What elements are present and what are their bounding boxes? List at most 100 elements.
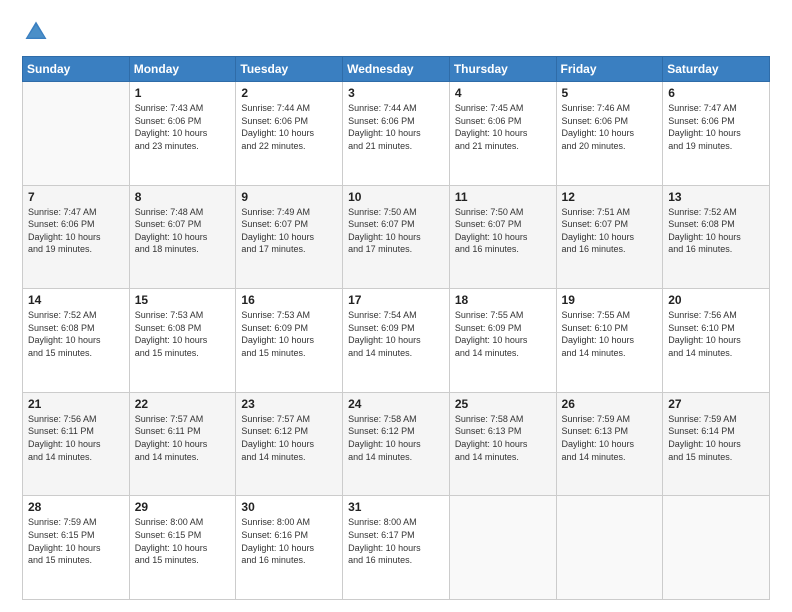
col-header-friday: Friday — [556, 57, 663, 82]
calendar-day-cell: 2 Sunrise: 7:44 AM Sunset: 6:06 PM Daylig… — [236, 82, 343, 186]
calendar-day-cell: 8 Sunrise: 7:48 AM Sunset: 6:07 PM Daylig… — [129, 185, 236, 289]
day-info: Sunrise: 7:55 AM Sunset: 6:10 PM Dayligh… — [562, 309, 658, 359]
calendar-day-cell: 22Sunrise: 7:57 AM Sunset: 6:11 PM Dayli… — [129, 392, 236, 496]
day-number: 8 — [135, 190, 231, 204]
calendar-week-row: 28 Sunrise: 7:59 AM Sunset: 6:15 PM Dayli… — [23, 496, 770, 600]
day-info: Sunrise: 7:44 AM Sunset: 6:06 PM Dayligh… — [348, 102, 444, 152]
day-number: 28 — [28, 500, 124, 514]
day-number: 21 — [28, 397, 124, 411]
calendar-header-row: SundayMondayTuesdayWednesdayThursdayFrid… — [23, 57, 770, 82]
day-number: 1 — [135, 86, 231, 100]
day-number: 7 — [28, 190, 124, 204]
calendar-day-cell — [663, 496, 770, 600]
day-number: 29 — [135, 500, 231, 514]
day-number: 11 — [455, 190, 551, 204]
calendar-day-cell — [23, 82, 130, 186]
day-info: Sunrise: 7:53 AM Sunset: 6:08 PM Dayligh… — [135, 309, 231, 359]
day-number: 31 — [348, 500, 444, 514]
day-info: Sunrise: 7:54 AM Sunset: 6:09 PM Dayligh… — [348, 309, 444, 359]
calendar-week-row: 1 Sunrise: 7:43 AM Sunset: 6:06 PM Daylig… — [23, 82, 770, 186]
calendar-day-cell: 14 Sunrise: 7:52 AM Sunset: 6:08 PM Dayli… — [23, 289, 130, 393]
day-info: Sunrise: 7:57 AM Sunset: 6:11 PM Dayligh… — [135, 413, 231, 463]
day-info: Sunrise: 7:49 AM Sunset: 6:07 PM Dayligh… — [241, 206, 337, 256]
calendar-day-cell: 28 Sunrise: 7:59 AM Sunset: 6:15 PM Dayli… — [23, 496, 130, 600]
day-number: 13 — [668, 190, 764, 204]
day-info: Sunrise: 7:48 AM Sunset: 6:07 PM Dayligh… — [135, 206, 231, 256]
logo — [22, 18, 54, 46]
day-info: Sunrise: 7:51 AM Sunset: 6:07 PM Dayligh… — [562, 206, 658, 256]
calendar-week-row: 7 Sunrise: 7:47 AM Sunset: 6:06 PM Daylig… — [23, 185, 770, 289]
day-info: Sunrise: 8:00 AM Sunset: 6:16 PM Dayligh… — [241, 516, 337, 566]
calendar-table: SundayMondayTuesdayWednesdayThursdayFrid… — [22, 56, 770, 600]
calendar-day-cell: 17 Sunrise: 7:54 AM Sunset: 6:09 PM Dayli… — [343, 289, 450, 393]
day-number: 23 — [241, 397, 337, 411]
col-header-wednesday: Wednesday — [343, 57, 450, 82]
col-header-saturday: Saturday — [663, 57, 770, 82]
col-header-tuesday: Tuesday — [236, 57, 343, 82]
calendar-day-cell: 11 Sunrise: 7:50 AM Sunset: 6:07 PM Dayli… — [449, 185, 556, 289]
day-number: 2 — [241, 86, 337, 100]
calendar-day-cell — [449, 496, 556, 600]
day-info: Sunrise: 8:00 AM Sunset: 6:15 PM Dayligh… — [135, 516, 231, 566]
calendar-day-cell: 4 Sunrise: 7:45 AM Sunset: 6:06 PM Daylig… — [449, 82, 556, 186]
calendar-day-cell: 19 Sunrise: 7:55 AM Sunset: 6:10 PM Dayli… — [556, 289, 663, 393]
day-info: Sunrise: 7:59 AM Sunset: 6:14 PM Dayligh… — [668, 413, 764, 463]
day-info: Sunrise: 7:59 AM Sunset: 6:15 PM Dayligh… — [28, 516, 124, 566]
calendar-day-cell: 3 Sunrise: 7:44 AM Sunset: 6:06 PM Daylig… — [343, 82, 450, 186]
day-number: 4 — [455, 86, 551, 100]
day-number: 9 — [241, 190, 337, 204]
col-header-thursday: Thursday — [449, 57, 556, 82]
day-info: Sunrise: 7:56 AM Sunset: 6:11 PM Dayligh… — [28, 413, 124, 463]
day-number: 25 — [455, 397, 551, 411]
day-info: Sunrise: 7:53 AM Sunset: 6:09 PM Dayligh… — [241, 309, 337, 359]
calendar-day-cell: 31 Sunrise: 8:00 AM Sunset: 6:17 PM Dayli… — [343, 496, 450, 600]
day-number: 20 — [668, 293, 764, 307]
day-number: 27 — [668, 397, 764, 411]
day-number: 16 — [241, 293, 337, 307]
day-number: 5 — [562, 86, 658, 100]
calendar-day-cell: 27 Sunrise: 7:59 AM Sunset: 6:14 PM Dayli… — [663, 392, 770, 496]
calendar-day-cell: 30 Sunrise: 8:00 AM Sunset: 6:16 PM Dayli… — [236, 496, 343, 600]
logo-icon — [22, 18, 50, 46]
calendar-day-cell: 5 Sunrise: 7:46 AM Sunset: 6:06 PM Daylig… — [556, 82, 663, 186]
day-number: 6 — [668, 86, 764, 100]
day-info: Sunrise: 8:00 AM Sunset: 6:17 PM Dayligh… — [348, 516, 444, 566]
day-info: Sunrise: 7:47 AM Sunset: 6:06 PM Dayligh… — [28, 206, 124, 256]
calendar-day-cell: 12 Sunrise: 7:51 AM Sunset: 6:07 PM Dayli… — [556, 185, 663, 289]
day-number: 24 — [348, 397, 444, 411]
col-header-sunday: Sunday — [23, 57, 130, 82]
calendar-day-cell: 15 Sunrise: 7:53 AM Sunset: 6:08 PM Dayli… — [129, 289, 236, 393]
day-number: 10 — [348, 190, 444, 204]
calendar-day-cell: 25 Sunrise: 7:58 AM Sunset: 6:13 PM Dayli… — [449, 392, 556, 496]
calendar-day-cell: 18Sunrise: 7:55 AM Sunset: 6:09 PM Dayli… — [449, 289, 556, 393]
day-number: 15 — [135, 293, 231, 307]
day-info: Sunrise: 7:50 AM Sunset: 6:07 PM Dayligh… — [455, 206, 551, 256]
calendar-day-cell: 16 Sunrise: 7:53 AM Sunset: 6:09 PM Dayli… — [236, 289, 343, 393]
calendar-day-cell: 7 Sunrise: 7:47 AM Sunset: 6:06 PM Daylig… — [23, 185, 130, 289]
day-info: Sunrise: 7:47 AM Sunset: 6:06 PM Dayligh… — [668, 102, 764, 152]
day-info: Sunrise: 7:58 AM Sunset: 6:13 PM Dayligh… — [455, 413, 551, 463]
day-number: 26 — [562, 397, 658, 411]
day-info: Sunrise: 7:45 AM Sunset: 6:06 PM Dayligh… — [455, 102, 551, 152]
header — [22, 18, 770, 46]
day-number: 14 — [28, 293, 124, 307]
calendar-day-cell: 9 Sunrise: 7:49 AM Sunset: 6:07 PM Daylig… — [236, 185, 343, 289]
day-number: 12 — [562, 190, 658, 204]
calendar-day-cell: 21 Sunrise: 7:56 AM Sunset: 6:11 PM Dayli… — [23, 392, 130, 496]
day-info: Sunrise: 7:44 AM Sunset: 6:06 PM Dayligh… — [241, 102, 337, 152]
calendar-day-cell: 13Sunrise: 7:52 AM Sunset: 6:08 PM Dayli… — [663, 185, 770, 289]
day-info: Sunrise: 7:58 AM Sunset: 6:12 PM Dayligh… — [348, 413, 444, 463]
day-number: 30 — [241, 500, 337, 514]
day-info: Sunrise: 7:59 AM Sunset: 6:13 PM Dayligh… — [562, 413, 658, 463]
day-number: 18 — [455, 293, 551, 307]
day-number: 3 — [348, 86, 444, 100]
day-number: 19 — [562, 293, 658, 307]
day-number: 17 — [348, 293, 444, 307]
day-info: Sunrise: 7:52 AM Sunset: 6:08 PM Dayligh… — [28, 309, 124, 359]
day-info: Sunrise: 7:46 AM Sunset: 6:06 PM Dayligh… — [562, 102, 658, 152]
day-info: Sunrise: 7:57 AM Sunset: 6:12 PM Dayligh… — [241, 413, 337, 463]
day-info: Sunrise: 7:43 AM Sunset: 6:06 PM Dayligh… — [135, 102, 231, 152]
day-info: Sunrise: 7:56 AM Sunset: 6:10 PM Dayligh… — [668, 309, 764, 359]
calendar-day-cell: 1 Sunrise: 7:43 AM Sunset: 6:06 PM Daylig… — [129, 82, 236, 186]
calendar-day-cell: 20 Sunrise: 7:56 AM Sunset: 6:10 PM Dayli… — [663, 289, 770, 393]
